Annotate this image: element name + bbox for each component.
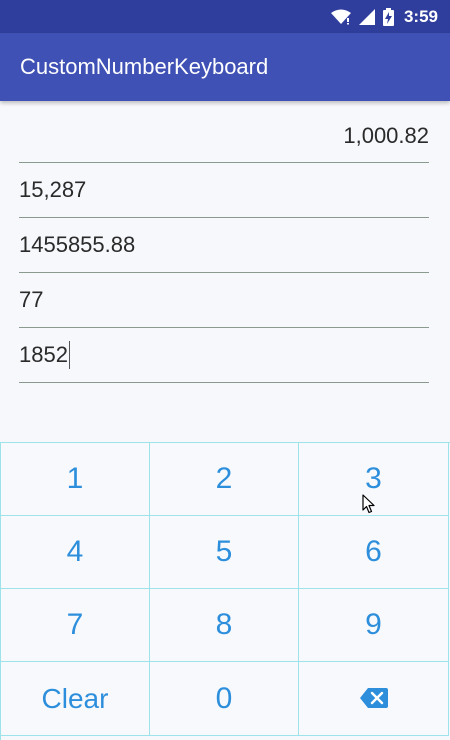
number-field-1-value: 1,000.82 bbox=[343, 123, 429, 148]
app-bar: CustomNumberKeyboard bbox=[0, 33, 450, 101]
status-bar: 3:59 bbox=[0, 0, 450, 33]
signal-icon bbox=[358, 8, 375, 25]
number-field-5-value: 1852 bbox=[19, 342, 68, 367]
battery-charging-icon bbox=[382, 7, 394, 26]
key-8[interactable]: 8 bbox=[150, 589, 299, 662]
number-fields: 1,000.82 15,287 1455855.88 77 1852 bbox=[19, 110, 429, 383]
backspace-key[interactable] bbox=[299, 662, 449, 736]
number-field-2-value: 15,287 bbox=[19, 177, 87, 202]
key-2[interactable]: 2 bbox=[150, 443, 299, 516]
key-0[interactable]: 0 bbox=[150, 662, 299, 736]
wifi-icon bbox=[330, 9, 351, 25]
number-field-5[interactable]: 1852 bbox=[19, 328, 429, 383]
number-field-4-value: 77 bbox=[19, 287, 44, 312]
clear-key[interactable]: Clear bbox=[1, 662, 150, 736]
number-field-3[interactable]: 1455855.88 bbox=[19, 218, 429, 273]
key-7[interactable]: 7 bbox=[1, 589, 150, 662]
mouse-pointer-icon bbox=[362, 494, 376, 519]
key-5[interactable]: 5 bbox=[150, 516, 299, 589]
status-time: 3:59 bbox=[403, 6, 438, 26]
app-title: CustomNumberKeyboard bbox=[20, 54, 269, 79]
text-cursor bbox=[68, 341, 70, 369]
number-field-3-value: 1455855.88 bbox=[19, 232, 136, 257]
key-9[interactable]: 9 bbox=[299, 589, 449, 662]
number-keypad: 1 2 3 4 5 6 7 8 9 Clear 0 bbox=[0, 442, 450, 740]
number-field-2[interactable]: 15,287 bbox=[19, 163, 429, 218]
backspace-icon bbox=[359, 682, 388, 716]
key-1[interactable]: 1 bbox=[1, 443, 150, 516]
key-6[interactable]: 6 bbox=[299, 516, 449, 589]
number-field-4[interactable]: 77 bbox=[19, 273, 429, 328]
number-field-1[interactable]: 1,000.82 bbox=[19, 110, 429, 163]
key-4[interactable]: 4 bbox=[1, 516, 150, 589]
